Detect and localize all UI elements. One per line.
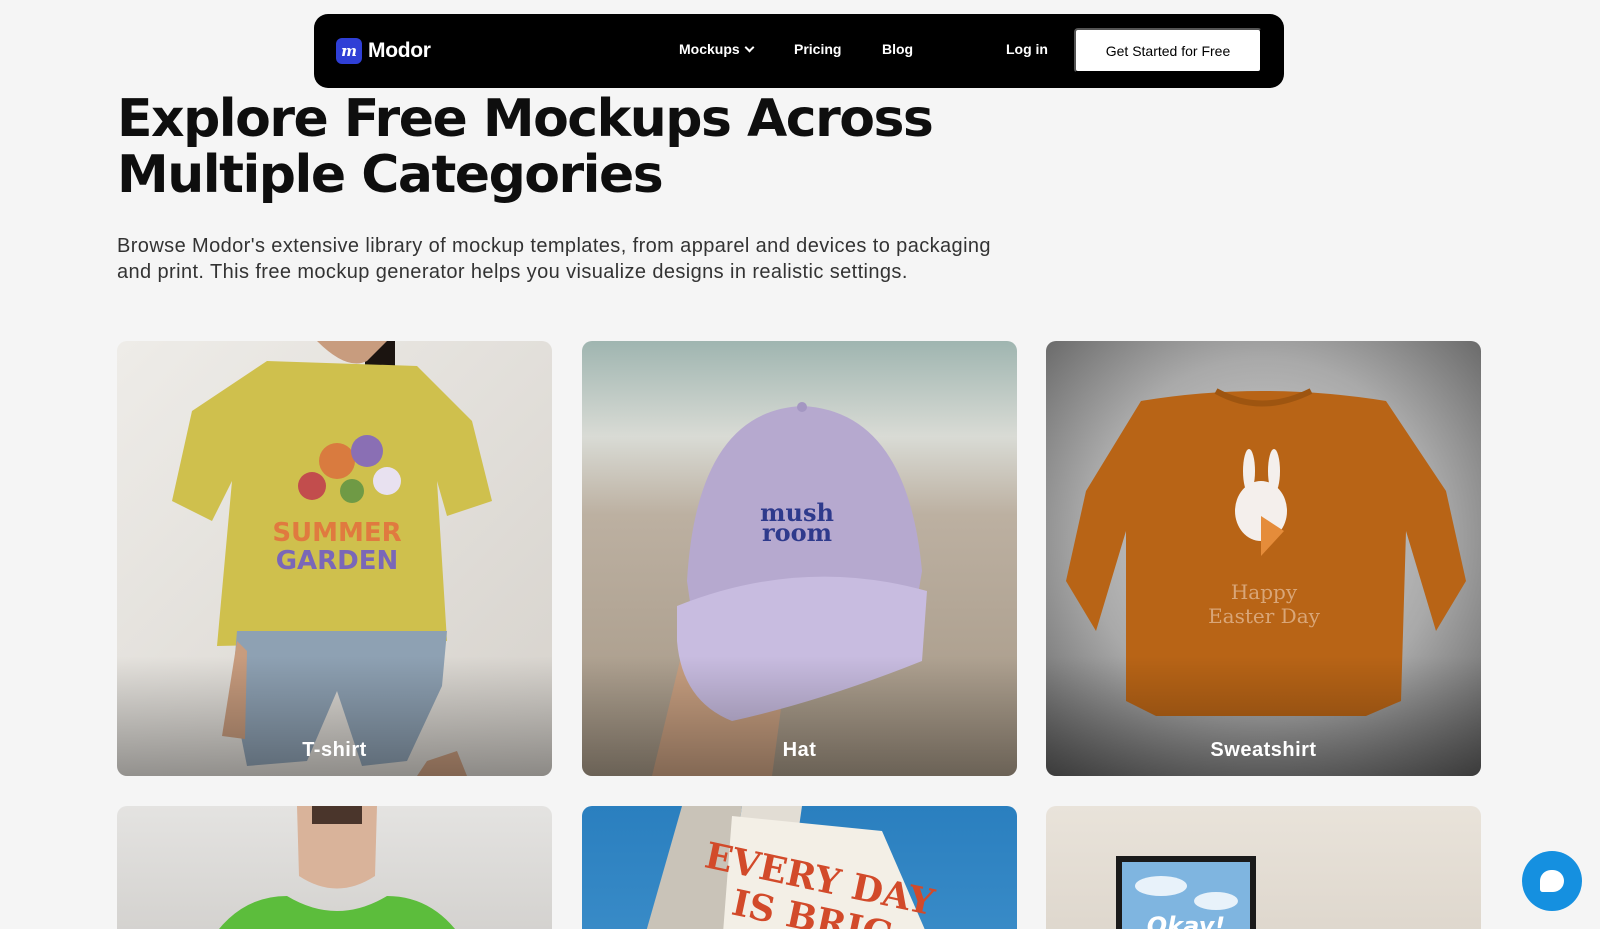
category-card-poster[interactable]: Okay! — [1046, 806, 1481, 929]
chevron-down-icon — [744, 42, 755, 52]
nav-pricing-link[interactable]: Pricing — [794, 41, 841, 57]
poster-artwork-text: Okay! — [1147, 912, 1225, 929]
tshirt-artwork-text: SUMMER — [272, 518, 401, 548]
category-card-hat[interactable]: mush room Hat — [582, 341, 1017, 776]
tshirt-artwork-text: GARDEN — [276, 546, 399, 576]
chat-launcher-button[interactable] — [1522, 851, 1582, 911]
category-card-sweatshirt[interactable]: Happy Easter Day Sweatshirt — [1046, 341, 1481, 776]
top-navbar: m Modor Mockups Pricing Blog Log in Get … — [314, 14, 1284, 88]
logo[interactable]: m Modor — [336, 38, 431, 64]
category-card-tshirt[interactable]: SUMMER GARDEN T-shirt — [117, 341, 552, 776]
nav-mockups-label: Mockups — [679, 41, 740, 57]
category-card-billboard[interactable]: EVERY DAY IS BRIG — [582, 806, 1017, 929]
card-label: Sweatshirt — [1210, 739, 1317, 761]
get-started-button[interactable]: Get Started for Free — [1074, 28, 1262, 73]
card-label: T-shirt — [302, 739, 367, 761]
nav-blog-link[interactable]: Blog — [882, 41, 913, 57]
logo-text: Modor — [368, 39, 431, 62]
sweatshirt-artwork-text: Happy — [1231, 580, 1298, 604]
card-label: Hat — [782, 739, 817, 761]
logo-icon: m — [336, 38, 362, 64]
chat-bubble-icon — [1540, 870, 1564, 892]
page-title: Explore Free Mockups Across Multiple Cat… — [117, 89, 934, 205]
poster-image: Okay! — [1116, 856, 1256, 929]
hoodie-image — [218, 806, 456, 929]
nav-mockups-dropdown[interactable]: Mockups — [679, 41, 755, 57]
billboard-image: EVERY DAY IS BRIG — [646, 806, 939, 929]
hat-artwork-text: room — [762, 518, 832, 547]
sweatshirt-artwork-text: Easter Day — [1208, 604, 1321, 628]
category-card-hoodie[interactable] — [117, 806, 552, 929]
page-description: Browse Modor's extensive library of mock… — [117, 235, 991, 283]
login-link[interactable]: Log in — [1006, 41, 1048, 57]
